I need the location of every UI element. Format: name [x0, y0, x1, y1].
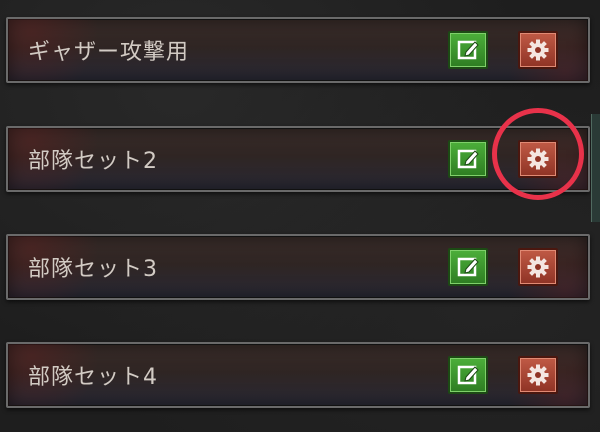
troop-set-row[interactable]: 部隊セット4 [6, 342, 590, 408]
settings-button[interactable] [518, 140, 558, 178]
edit-icon [457, 40, 479, 60]
edit-icon [457, 365, 479, 385]
troop-set-name: 部隊セット4 [28, 365, 158, 390]
gear-icon [527, 256, 549, 278]
edit-name-button[interactable] [448, 140, 488, 178]
edit-name-button[interactable] [448, 356, 488, 394]
troop-set-name: ギャザー攻撃用 [28, 40, 190, 65]
edit-icon [457, 257, 479, 277]
troop-set-row[interactable]: 部隊セット3 [6, 234, 590, 300]
settings-button[interactable] [518, 356, 558, 394]
troop-set-list: ギャザー攻撃用 部隊セット2 部隊セット3 部隊セット4 [0, 0, 600, 432]
edit-icon [457, 149, 479, 169]
troop-set-row[interactable]: ギャザー攻撃用 [6, 17, 590, 83]
scrollbar-tab[interactable] [591, 114, 600, 222]
troop-set-name: 部隊セット2 [28, 149, 158, 174]
settings-button[interactable] [518, 248, 558, 286]
settings-button[interactable] [518, 31, 558, 69]
gear-icon [527, 148, 549, 170]
edit-name-button[interactable] [448, 248, 488, 286]
gear-icon [527, 39, 549, 61]
troop-set-name: 部隊セット3 [28, 257, 158, 282]
troop-set-row[interactable]: 部隊セット2 [6, 126, 590, 192]
edit-name-button[interactable] [448, 31, 488, 69]
gear-icon [527, 364, 549, 386]
